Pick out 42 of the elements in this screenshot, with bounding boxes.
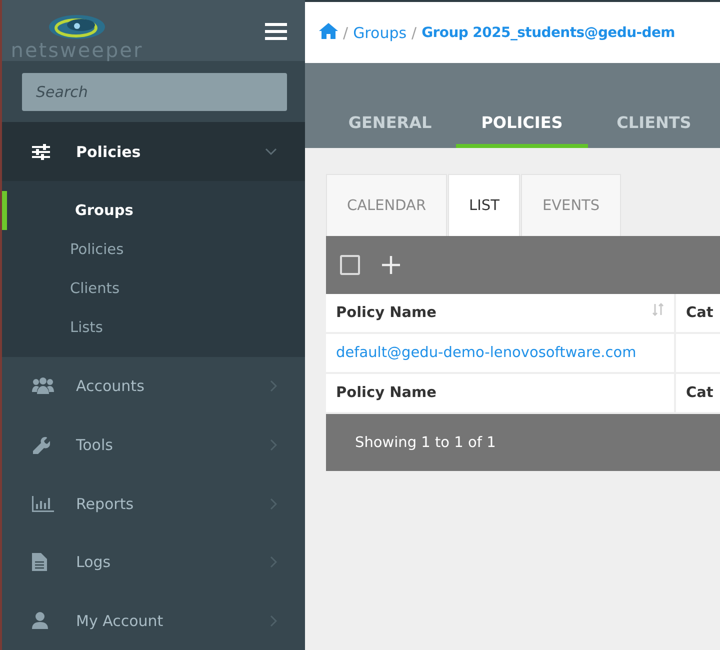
- chevron-right-icon: [270, 556, 277, 568]
- chevron-right-icon: [270, 438, 277, 451]
- user-icon: [32, 612, 48, 630]
- column-header: Cat: [686, 385, 714, 401]
- breadcrumb-separator: /: [343, 24, 348, 42]
- chevron-down-icon: [265, 148, 277, 156]
- search-field[interactable]: Search: [22, 72, 287, 111]
- tab[interactable]: POLICIES: [456, 100, 588, 148]
- select-all-checkbox[interactable]: [340, 255, 360, 275]
- nav-item[interactable]: Reports: [2, 474, 305, 533]
- table-info: Showing 1 to 1 of 1: [355, 434, 496, 450]
- nav-item[interactable]: Tools: [2, 416, 305, 474]
- document-icon: [32, 553, 47, 572]
- nav-item[interactable]: My Account: [2, 591, 305, 650]
- submenu-item[interactable]: Lists: [2, 308, 305, 348]
- view-tab[interactable]: CALENDAR: [326, 174, 448, 236]
- breadcrumb-link[interactable]: Groups: [353, 24, 407, 42]
- column-header: Policy Name: [336, 385, 436, 401]
- menu-icon[interactable]: [265, 22, 287, 43]
- add-icon[interactable]: [382, 256, 400, 274]
- wrench-icon: [32, 436, 50, 454]
- chevron-right-icon: [270, 380, 277, 392]
- bar-chart-icon: [32, 496, 54, 512]
- column-header: Cat: [686, 305, 714, 321]
- chevron-right-icon: [270, 498, 277, 510]
- submenu-item[interactable]: Clients: [2, 269, 305, 308]
- nav-item[interactable]: Policies: [2, 122, 305, 182]
- nav-item[interactable]: Logs: [2, 532, 305, 592]
- tab[interactable]: CLIENTS: [588, 100, 720, 148]
- breadcrumb-separator: /: [412, 24, 417, 42]
- view-tab[interactable]: EVENTS: [521, 174, 621, 236]
- tab[interactable]: GENERAL: [324, 100, 456, 148]
- users-icon: [32, 377, 54, 396]
- breadcrumb-link[interactable]: Group 2025_students@gedu-dem: [422, 24, 675, 40]
- chevron-right-icon: [270, 614, 277, 627]
- column-header: Policy Name: [336, 305, 436, 321]
- view-tab[interactable]: LIST: [448, 174, 520, 236]
- sliders-icon: [32, 144, 50, 160]
- eye-logo-icon: [48, 12, 106, 41]
- submenu-item[interactable]: Groups: [2, 191, 305, 230]
- nav-item[interactable]: Accounts: [2, 357, 305, 416]
- submenu-item[interactable]: Policies: [2, 230, 305, 270]
